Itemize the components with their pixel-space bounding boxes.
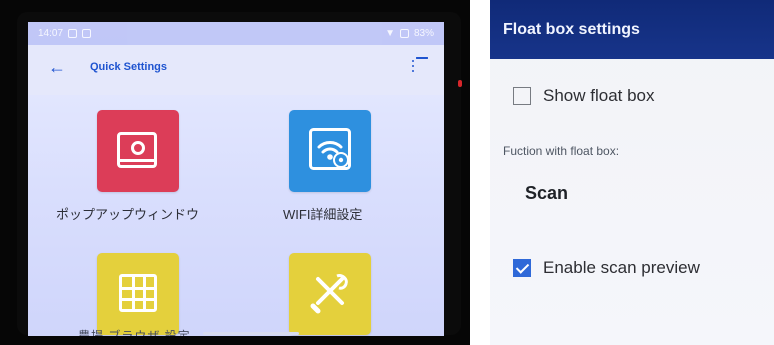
app-bar: ← Quick Settings	[28, 45, 444, 95]
status-bar: 14:07 ▼ 83%	[28, 22, 444, 45]
enable-scan-preview-checkbox[interactable]	[513, 259, 531, 277]
notification-icon	[68, 29, 78, 38]
list-icon[interactable]	[412, 57, 430, 75]
wifi-settings-icon	[309, 128, 351, 170]
show-float-box-option[interactable]: Show float box	[513, 86, 655, 106]
grid-icon	[119, 274, 157, 312]
settings-title: Float box settings	[503, 21, 640, 38]
function-label: Fuction with float box:	[503, 144, 620, 158]
battery-percentage: 83%	[413, 28, 434, 39]
left-device-photo: 14:07 ▼ 83% ← Quick Settings ポップアップウィンドウ…	[0, 0, 470, 345]
status-left: 14:07	[38, 22, 92, 45]
red-indicator-dot	[458, 80, 462, 87]
popup-window-tile[interactable]	[97, 110, 179, 192]
status-time: 14:07	[38, 28, 64, 39]
popup-window-icon	[117, 132, 157, 168]
right-settings-photo: Float box settings Show float box Fuctio…	[490, 0, 774, 345]
wifi-icon: ▼	[385, 28, 395, 39]
tools-tile[interactable]	[289, 253, 371, 335]
popup-window-label: ポップアップウィンドウ	[56, 207, 200, 222]
function-value[interactable]: Scan	[525, 183, 568, 204]
wifi-settings-label: WIFI詳細設定	[283, 207, 363, 222]
tools-icon	[310, 274, 348, 314]
show-float-box-label: Show float box	[543, 86, 655, 105]
battery-icon	[399, 29, 409, 38]
status-right: ▼ 83%	[385, 22, 434, 45]
wifi-settings-tile[interactable]	[289, 110, 371, 192]
enable-scan-preview-option[interactable]: Enable scan preview	[513, 258, 700, 278]
signal-icon	[82, 29, 92, 38]
enable-scan-preview-label: Enable scan preview	[543, 258, 700, 277]
show-float-box-checkbox[interactable]	[513, 87, 531, 105]
settings-header: Float box settings	[490, 0, 774, 59]
back-arrow-icon[interactable]: ←	[48, 58, 66, 76]
page-title: Quick Settings	[90, 61, 168, 73]
quick-settings-screen: 14:07 ▼ 83% ← Quick Settings ポップアップウィンドウ…	[28, 22, 444, 336]
grid-tile[interactable]	[97, 253, 179, 335]
home-indicator[interactable]	[203, 332, 299, 335]
